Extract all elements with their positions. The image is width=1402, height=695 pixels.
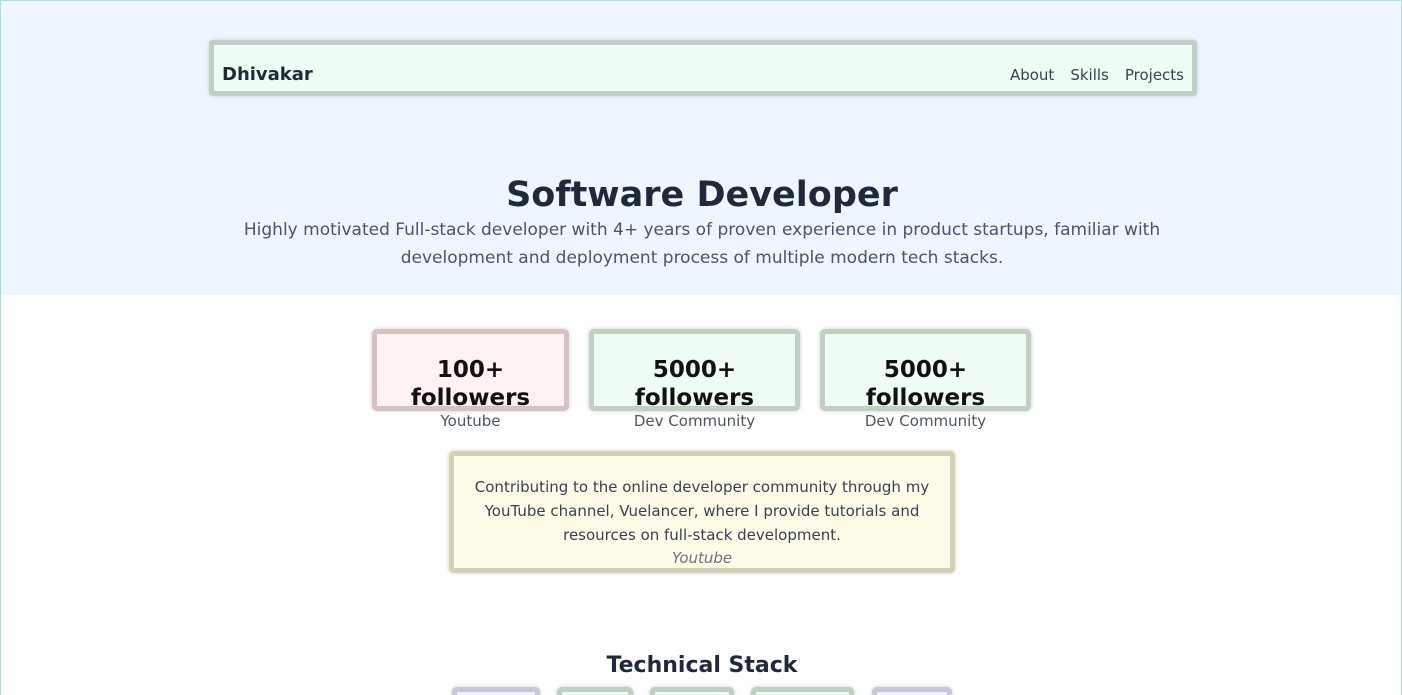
stack-chip [872, 687, 952, 695]
highlight-card: Contributing to the online developer com… [449, 451, 955, 573]
section-title-technical-stack: Technical Stack [606, 653, 798, 678]
nav-link-skills[interactable]: Skills [1070, 64, 1109, 86]
hero-title: Software Developer [506, 175, 898, 215]
stack-chip [452, 687, 540, 695]
stat-source: Dev Community [864, 412, 987, 430]
stack-chip [751, 687, 854, 695]
page: Dhivakar About Skills Projects Software … [0, 0, 1402, 695]
highlight-source: Youtube [671, 549, 733, 567]
stack-chip [650, 687, 734, 695]
stat-source: Dev Community [633, 412, 756, 430]
hero-description: Highly motivated Full-stack developer wi… [243, 220, 1161, 268]
stat-value: 5000+ followers [865, 357, 986, 411]
nav-links: About Skills Projects [1010, 64, 1184, 86]
stack-chip [557, 687, 633, 695]
nav-link-projects[interactable]: Projects [1125, 64, 1184, 86]
nav-link-about[interactable]: About [1010, 64, 1054, 86]
brand-link[interactable]: Dhivakar [222, 62, 313, 88]
stat-value: 100+ followers [410, 357, 531, 411]
hero-section: Dhivakar About Skills Projects Software … [1, 1, 1402, 295]
stat-source: Youtube [440, 412, 501, 430]
stat-card-dev-community-2: 5000+ followers Dev Community [820, 329, 1031, 430]
stat-card-youtube: 100+ followers Youtube [372, 329, 569, 430]
navbar: Dhivakar About Skills Projects [209, 40, 1197, 96]
stat-value: 5000+ followers [634, 357, 755, 411]
highlight-text: Contributing to the online developer com… [474, 478, 930, 544]
stat-card-dev-community: 5000+ followers Dev Community [589, 329, 800, 430]
